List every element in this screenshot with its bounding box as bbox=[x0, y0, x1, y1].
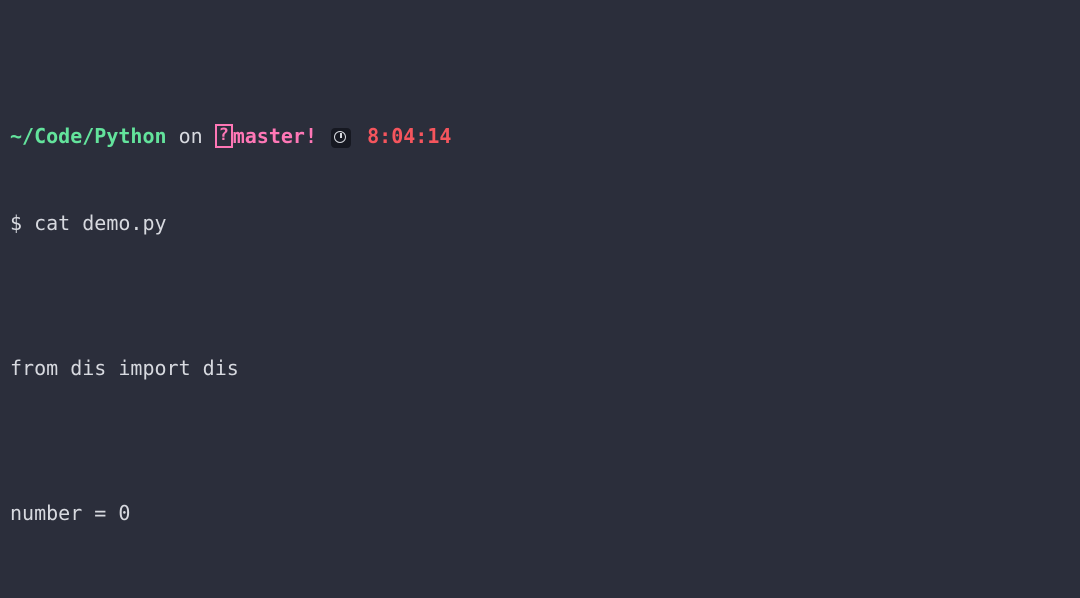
prompt-tilde: ~ bbox=[10, 124, 22, 148]
clock-icon bbox=[331, 128, 351, 148]
terminal[interactable]: ~/Code/Python on ?master! 8:04:14 $ cat … bbox=[0, 0, 1080, 598]
prompt-path: /Code/Python bbox=[22, 124, 167, 148]
command-line-1: $ cat demo.py bbox=[10, 209, 1070, 238]
prompt-dollar: $ bbox=[10, 211, 34, 235]
prompt-line-1: ~/Code/Python on ?master! 8:04:14 bbox=[10, 122, 1070, 151]
prompt-branch: master! bbox=[233, 124, 317, 148]
branch-mark: ? bbox=[215, 124, 233, 148]
command-1-text: cat demo.py bbox=[34, 211, 166, 235]
prompt-on: on bbox=[167, 124, 215, 148]
prompt-time: 8:04:14 bbox=[367, 124, 451, 148]
file-line: number = 0 bbox=[10, 499, 1070, 528]
branch-indicator-icon: ? bbox=[215, 122, 233, 151]
file-line: from dis import dis bbox=[10, 354, 1070, 383]
